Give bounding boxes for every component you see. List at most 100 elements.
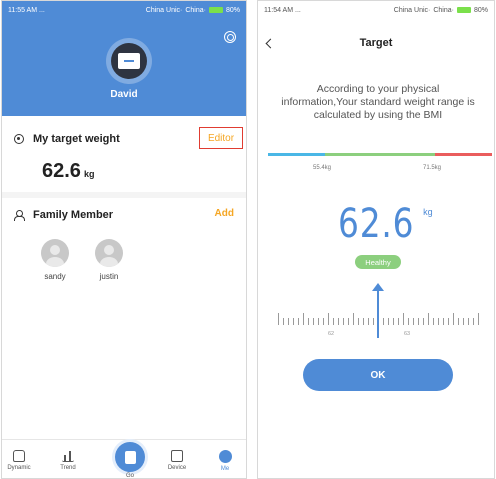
ruler-tick (423, 318, 424, 325)
ruler-tick (418, 318, 419, 325)
go-label: Go (125, 473, 134, 479)
ruler-tick (473, 318, 474, 325)
ruler-tick (448, 318, 449, 325)
avatar-inner (111, 43, 147, 79)
member-item[interactable]: sandy (40, 239, 70, 281)
ruler-tick (458, 318, 459, 325)
target-weight-value: 62.6 kg (42, 160, 94, 183)
ruler-tick (338, 318, 339, 325)
ruler-tick (278, 313, 279, 325)
tab-trend[interactable]: Trend (53, 450, 83, 471)
tab-me[interactable]: Me (210, 450, 240, 472)
tab-label: Device (167, 465, 187, 471)
ok-button[interactable]: OK (303, 359, 453, 391)
ruler-tick (283, 318, 284, 325)
home-icon (13, 450, 25, 462)
status-time: 11:54 AM (264, 6, 294, 14)
battery-icon (208, 7, 223, 13)
scale-icon (118, 53, 140, 69)
me-screen: 11:55 AM ... China Unic· China· 80% Davi… (1, 0, 247, 479)
settings-gear-icon[interactable] (224, 31, 236, 43)
tab-dynamic[interactable]: Dynamic (4, 450, 34, 471)
section-divider (2, 192, 246, 198)
ruler-tick (303, 313, 304, 325)
ruler-tick (468, 318, 469, 325)
profile-header: 11:55 AM ... China Unic· China· 80% Davi… (2, 1, 246, 116)
ruler-tick (348, 318, 349, 325)
member-name: sandy (44, 272, 66, 281)
ruler-tick (463, 318, 464, 325)
ruler-tick (373, 318, 374, 325)
ruler-tick (308, 318, 309, 325)
status-extra: ... (295, 6, 301, 14)
range-high-label: 71.5kg (423, 165, 442, 171)
member-name: justin (99, 272, 119, 281)
ruler-label: 63 (404, 331, 411, 337)
person-icon (14, 210, 25, 221)
bmi-description: According to your physical information,Y… (281, 83, 475, 121)
target-weight-number: 62.6 (338, 201, 415, 247)
battery-level: 80% (473, 6, 488, 14)
ruler-tick (323, 318, 324, 325)
ruler-tick (398, 318, 399, 325)
carrier-1: China Unic· (145, 6, 183, 14)
ruler-tick (328, 313, 329, 325)
range-under-segment (268, 153, 325, 156)
go-button[interactable] (115, 442, 145, 472)
page-title: Target (359, 37, 393, 49)
ruler-tick (408, 318, 409, 325)
carrier-2: China· (185, 6, 206, 14)
family-member-row: Family Member (14, 205, 244, 225)
ruler-tick (353, 313, 354, 325)
carrier-1: China Unic· (393, 6, 431, 14)
range-over-segment (435, 153, 492, 156)
battery-level: 80% (225, 6, 240, 14)
ruler-tick (403, 313, 404, 325)
tab-device[interactable]: Device (162, 450, 192, 471)
bar-chart-icon (62, 450, 74, 462)
tab-label: Me (220, 466, 230, 472)
ruler-tick (393, 318, 394, 325)
target-weight-display: 62.6 kg (338, 204, 433, 244)
ruler-tick (343, 318, 344, 325)
user-name: David (110, 89, 138, 100)
ruler-tick (383, 318, 384, 325)
ruler-tick (388, 318, 389, 325)
carrier-2: China· (433, 6, 454, 14)
range-low-label: 55.4kg (313, 165, 332, 171)
ruler-tick (428, 313, 429, 325)
ruler-tick (288, 318, 289, 325)
device-icon (171, 450, 183, 462)
member-avatar-icon (41, 239, 69, 267)
ruler-pointer-shaft (377, 288, 379, 338)
ruler-tick (333, 318, 334, 325)
me-icon (218, 450, 232, 463)
family-member-title: Family Member (33, 209, 114, 221)
range-healthy-segment (325, 153, 435, 156)
battery-icon (456, 7, 471, 13)
target-weight-unit: kg (83, 169, 95, 179)
add-member-button[interactable]: Add (215, 208, 234, 219)
status-badge: Healthy (355, 255, 401, 269)
scale-icon (124, 450, 136, 464)
ruler-tick (443, 318, 444, 325)
ruler-tick (363, 318, 364, 325)
ruler-tick (438, 318, 439, 325)
tab-label: Trend (60, 465, 76, 471)
ruler-tick (358, 318, 359, 325)
status-bar: 11:55 AM ... China Unic· China· 80% (2, 1, 246, 19)
member-list: sandy justin (40, 239, 124, 281)
target-weight-title: My target weight (33, 133, 120, 145)
ruler-label: 62 (328, 331, 335, 337)
target-weight-number: 62.6 (42, 160, 81, 182)
editor-button[interactable]: Editor (199, 127, 243, 149)
tab-label: Dynamic (7, 465, 31, 471)
ruler-tick (413, 318, 414, 325)
member-item[interactable]: justin (94, 239, 124, 281)
target-weight-unit: kg (423, 207, 433, 217)
ruler-tick (433, 318, 434, 325)
status-extra: ... (39, 6, 45, 14)
status-bar: 11:54 AM ... China Unic· China· 80% (258, 1, 494, 19)
ruler-tick (453, 313, 454, 325)
avatar[interactable] (106, 38, 152, 84)
